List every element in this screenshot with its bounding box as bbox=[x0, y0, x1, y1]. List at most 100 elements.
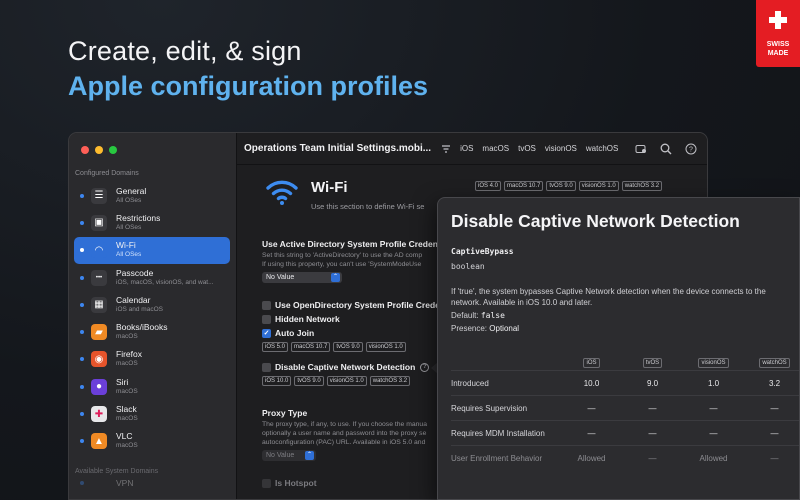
table-cell: — bbox=[648, 403, 657, 413]
sidebar-item-subtitle: macOS bbox=[116, 360, 138, 368]
sidebar-item-label: General bbox=[116, 185, 147, 196]
tab-macos[interactable]: macOS bbox=[482, 144, 509, 153]
os-version-badge: visionOS 1.0 bbox=[365, 342, 406, 352]
column-header-ios: iOS bbox=[561, 357, 622, 368]
table-cell: Allowed bbox=[699, 453, 728, 463]
table-cell: 3.2 bbox=[768, 378, 781, 388]
search-icon[interactable] bbox=[659, 142, 672, 155]
hotspot-label: Is Hotspot bbox=[275, 478, 317, 488]
hotspot-checkbox-row[interactable]: Is Hotspot bbox=[262, 478, 317, 488]
badge-line-1: SWISS bbox=[766, 41, 790, 48]
os-filter-tabs: iOS macOS tvOS visionOS watchOS bbox=[460, 144, 618, 153]
sidebar-item-label: VPN bbox=[116, 477, 134, 488]
hidden-network-label: Hidden Network bbox=[275, 314, 340, 324]
table-cell: — bbox=[709, 428, 718, 438]
sidebar-section-label: Configured Domains bbox=[75, 170, 139, 177]
proxy-type-popup[interactable]: No Value ⌃ bbox=[262, 450, 316, 461]
hero-heading: Create, edit, & sign Apple configuration… bbox=[68, 36, 428, 102]
sliders-icon: ☰ bbox=[91, 187, 107, 204]
auto-join-label: Auto Join bbox=[275, 328, 315, 338]
table-cell: — bbox=[587, 403, 596, 413]
vpn-icon bbox=[91, 475, 107, 491]
captive-checkbox-row[interactable]: Disable Captive Network Detection? bbox=[262, 362, 430, 372]
swiss-made-badge: SWISS MADE bbox=[756, 0, 800, 67]
sidebar-item-slack[interactable]: ✚ Slack macOS bbox=[74, 400, 230, 427]
sidebar-item-firefox[interactable]: ◉ Firefox macOS bbox=[74, 346, 230, 373]
default-value: false bbox=[480, 311, 505, 320]
sidebar-item-vlc[interactable]: ▲ VLC macOS bbox=[74, 428, 230, 455]
opendirectory-checkbox-row[interactable]: Use OpenDirectory System Profile Crede bbox=[262, 300, 440, 310]
sidebar-item-general[interactable]: ☰ General All OSes bbox=[74, 182, 230, 209]
os-version-badge: iOS 10.0 bbox=[262, 376, 292, 386]
table-header: iOS tvOS visionOS watchOS bbox=[451, 354, 799, 370]
sign-icon[interactable] bbox=[634, 142, 647, 155]
os-column-badge: tvOS bbox=[642, 357, 663, 368]
auto-join-os-badges: iOS 5.0 macOS 10.7 tvOS 9.0 visionOS 1.0 bbox=[262, 342, 406, 352]
table-cell: — bbox=[587, 428, 596, 438]
row-label: Introduced bbox=[451, 378, 489, 388]
auto-join-checkbox-row[interactable]: ✓ Auto Join bbox=[262, 328, 314, 338]
sidebar-item-text: Siri macOS bbox=[116, 377, 138, 397]
payload-title: Wi-Fi bbox=[311, 179, 348, 196]
sidebar-item-text: Firefox macOS bbox=[116, 349, 142, 369]
sidebar-item-label: Siri bbox=[116, 376, 129, 387]
table-cell: — bbox=[770, 453, 779, 463]
popover-presence: Presence: Optional bbox=[451, 324, 519, 333]
captive-os-badges: iOS 10.0 tvOS 9.0 visionOS 1.0 watchOS 3.2 bbox=[262, 376, 411, 386]
popover-key: CaptiveBypass bbox=[451, 247, 514, 256]
captive-checkbox[interactable] bbox=[262, 362, 271, 372]
sidebar-list: ☰ General All OSes ▣ Restrictions All OSes ◠ Wi… bbox=[74, 182, 230, 496]
sidebar-item-books-ibooks[interactable]: ▰ Books/iBooks macOS bbox=[74, 318, 230, 345]
popover-description: If 'true', the system bypasses Captive N… bbox=[451, 287, 766, 307]
column-header-watchos: watchOS bbox=[744, 357, 799, 368]
info-icon[interactable]: ? bbox=[420, 362, 430, 372]
hidden-network-checkbox[interactable] bbox=[262, 314, 271, 324]
configured-dot-icon bbox=[80, 248, 84, 253]
sidebar-item-wi-fi[interactable]: ◠ Wi-Fi All OSes bbox=[74, 236, 230, 264]
presence-value: Optional bbox=[489, 324, 520, 333]
chevron-updown-icon: ⌃ bbox=[331, 273, 340, 282]
sidebar-item-passcode[interactable]: ••• Passcode iOS, macOS, visionOS, and wat… bbox=[74, 264, 230, 291]
hidden-network-checkbox-row[interactable]: Hidden Network bbox=[262, 314, 340, 324]
opendirectory-checkbox[interactable] bbox=[262, 300, 271, 310]
os-version-badge: watchOS 3.2 bbox=[621, 181, 663, 191]
sidebar-item-label: Books/iBooks bbox=[116, 322, 168, 333]
column-header-visionos: visionOS bbox=[683, 357, 744, 368]
availability-table: iOS tvOS visionOS watchOS Introduced 10.0 9.0 1… bbox=[451, 354, 799, 470]
configured-dot-icon bbox=[80, 412, 84, 417]
default-label: Default: bbox=[451, 311, 479, 320]
sidebar-item-siri[interactable]: ● Siri macOS bbox=[74, 373, 230, 400]
sidebar: Configured Domains ☰ General All OSes ▣ Rest… bbox=[69, 133, 237, 499]
help-icon[interactable]: ? bbox=[684, 142, 697, 155]
proxy-type-desc-1: The proxy type, if any, to use. If you c… bbox=[262, 421, 427, 428]
table-cell: 1.0 bbox=[707, 378, 720, 388]
sidebar-item-subtitle: macOS bbox=[116, 387, 138, 395]
lock-icon: ▣ bbox=[91, 214, 107, 231]
ad-credentials-popup[interactable]: No Value ⌃ bbox=[262, 272, 342, 283]
hero-line-1: Create, edit, & sign bbox=[68, 36, 302, 66]
os-version-badge: tvOS 9.0 bbox=[546, 181, 576, 191]
sidebar-item-text: Wi-Fi All OSes bbox=[116, 240, 141, 260]
proxy-type-title: Proxy Type bbox=[262, 408, 308, 418]
configured-dot-icon bbox=[80, 275, 84, 280]
os-version-badge: tvOS 9.0 bbox=[333, 342, 363, 352]
tab-tvos[interactable]: tvOS bbox=[518, 144, 536, 153]
zoom-window-button[interactable] bbox=[109, 146, 117, 154]
auto-join-checkbox[interactable]: ✓ bbox=[262, 328, 271, 338]
configured-dot-icon bbox=[80, 357, 84, 362]
proxy-type-value: No Value bbox=[266, 452, 295, 459]
sidebar-item-label: Restrictions bbox=[116, 212, 161, 223]
sidebar-item-calendar[interactable]: ▦ Calendar iOS and macOS bbox=[74, 291, 230, 318]
filter-icon[interactable] bbox=[441, 144, 451, 154]
sidebar-item-restrictions[interactable]: ▣ Restrictions All OSes bbox=[74, 209, 230, 236]
sidebar-item-text: VLC macOS bbox=[116, 431, 138, 451]
ad-credentials-value: No Value bbox=[266, 274, 295, 281]
tab-watchos[interactable]: watchOS bbox=[586, 144, 618, 153]
document-title: Operations Team Initial Settings.mobi... bbox=[244, 143, 432, 154]
tab-ios[interactable]: iOS bbox=[460, 144, 473, 153]
hotspot-checkbox[interactable] bbox=[262, 478, 271, 488]
close-window-button[interactable] bbox=[81, 146, 89, 154]
hero-line-2: Apple configuration profiles bbox=[68, 71, 429, 101]
tab-visionos[interactable]: visionOS bbox=[545, 144, 577, 153]
minimize-window-button[interactable] bbox=[95, 146, 103, 154]
